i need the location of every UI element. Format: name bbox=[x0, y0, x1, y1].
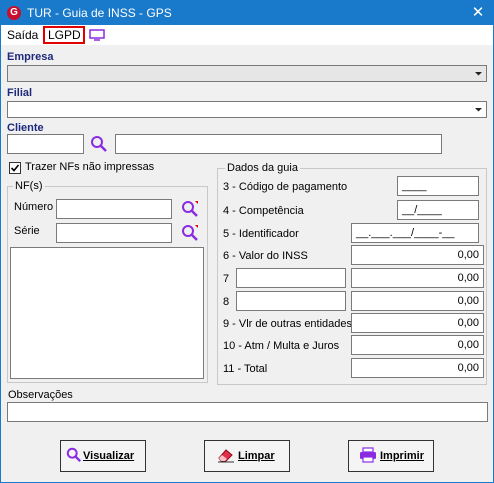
row8-value-input[interactable]: 0,00 bbox=[351, 291, 484, 311]
outras-entidades-input[interactable]: 0,00 bbox=[351, 313, 484, 333]
imprimir-label: Imprimir bbox=[380, 450, 425, 462]
imprimir-button[interactable]: Imprimir bbox=[348, 440, 434, 472]
valor-inss-label: 6 - Valor do INSS bbox=[223, 250, 308, 262]
close-icon[interactable]: ✕ bbox=[463, 1, 493, 25]
nfs-group-title: NF(s) bbox=[13, 180, 45, 192]
numero-label: Número bbox=[14, 201, 54, 213]
limpar-label: Limpar bbox=[238, 450, 275, 462]
printer-icon bbox=[360, 447, 376, 463]
chevron-down-icon bbox=[475, 108, 482, 112]
row8-desc-input[interactable] bbox=[236, 291, 346, 311]
serie-label: Série bbox=[14, 225, 40, 237]
atm-multa-juros-input[interactable]: 0,00 bbox=[351, 335, 484, 355]
chevron-down-icon bbox=[475, 72, 482, 76]
gps-window: G TUR - Guia de INSS - GPS ✕ Saída LGPD … bbox=[0, 0, 494, 483]
limpar-button[interactable]: Limpar bbox=[204, 440, 290, 472]
title-bar: G TUR - Guia de INSS - GPS ✕ bbox=[1, 1, 493, 25]
trazer-nfs-label: Trazer NFs não impressas bbox=[25, 161, 155, 173]
serie-input[interactable] bbox=[56, 223, 172, 243]
row7-label: 7 bbox=[223, 273, 230, 285]
monitor-icon[interactable] bbox=[89, 29, 105, 41]
row7-value-input[interactable]: 0,00 bbox=[351, 268, 484, 288]
menu-lgpd[interactable]: LGPD bbox=[43, 26, 85, 44]
outras-entidades-label: 9 - Vlr de outras entidades bbox=[223, 318, 353, 330]
identificador-label: 5 - Identificador bbox=[223, 228, 299, 240]
filial-select[interactable] bbox=[7, 101, 487, 118]
search-icon[interactable] bbox=[90, 135, 108, 153]
competencia-input[interactable]: __/____ bbox=[397, 200, 479, 220]
empresa-label: Empresa bbox=[7, 51, 54, 63]
dados-guia-title: Dados da guia bbox=[225, 162, 300, 174]
filial-label: Filial bbox=[7, 87, 33, 99]
codigo-pagamento-input[interactable]: ____ bbox=[397, 176, 479, 196]
row8-label: 8 bbox=[223, 296, 230, 308]
menu-exit[interactable]: Saída bbox=[7, 28, 38, 42]
cliente-code-input[interactable] bbox=[7, 134, 84, 154]
row7-desc-input[interactable] bbox=[236, 268, 346, 288]
cliente-label: Cliente bbox=[7, 122, 44, 134]
identificador-input[interactable]: __.___.___/____-__ bbox=[351, 223, 479, 243]
valor-inss-input[interactable]: 0,00 bbox=[351, 245, 484, 265]
observacoes-label: Observações bbox=[8, 389, 73, 401]
cliente-name-input[interactable] bbox=[115, 134, 442, 154]
competencia-label: 4 - Competência bbox=[223, 205, 304, 217]
visualizar-label: Visualizar bbox=[83, 450, 135, 462]
eraser-icon bbox=[218, 449, 234, 463]
checkmark-icon bbox=[10, 164, 20, 172]
trazer-nfs-checkbox[interactable] bbox=[9, 162, 21, 174]
observacoes-input[interactable] bbox=[7, 402, 488, 422]
window-title: TUR - Guia de INSS - GPS bbox=[27, 6, 172, 20]
total-label: 11 - Total bbox=[223, 363, 268, 375]
empresa-select[interactable] bbox=[7, 65, 487, 82]
search-icon[interactable] bbox=[181, 224, 199, 242]
atm-multa-juros-label: 10 - Atm / Multa e Juros bbox=[223, 340, 340, 352]
visualizar-button[interactable]: Visualizar bbox=[60, 440, 146, 472]
app-logo-icon: G bbox=[7, 6, 21, 20]
search-icon[interactable] bbox=[181, 200, 199, 218]
search-icon bbox=[66, 447, 82, 463]
numero-input[interactable] bbox=[56, 199, 172, 219]
nfs-list[interactable] bbox=[10, 247, 204, 379]
total-input[interactable]: 0,00 bbox=[351, 358, 484, 378]
codigo-pagamento-label: 3 - Código de pagamento bbox=[223, 181, 348, 193]
menu-bar: Saída LGPD bbox=[1, 25, 493, 45]
